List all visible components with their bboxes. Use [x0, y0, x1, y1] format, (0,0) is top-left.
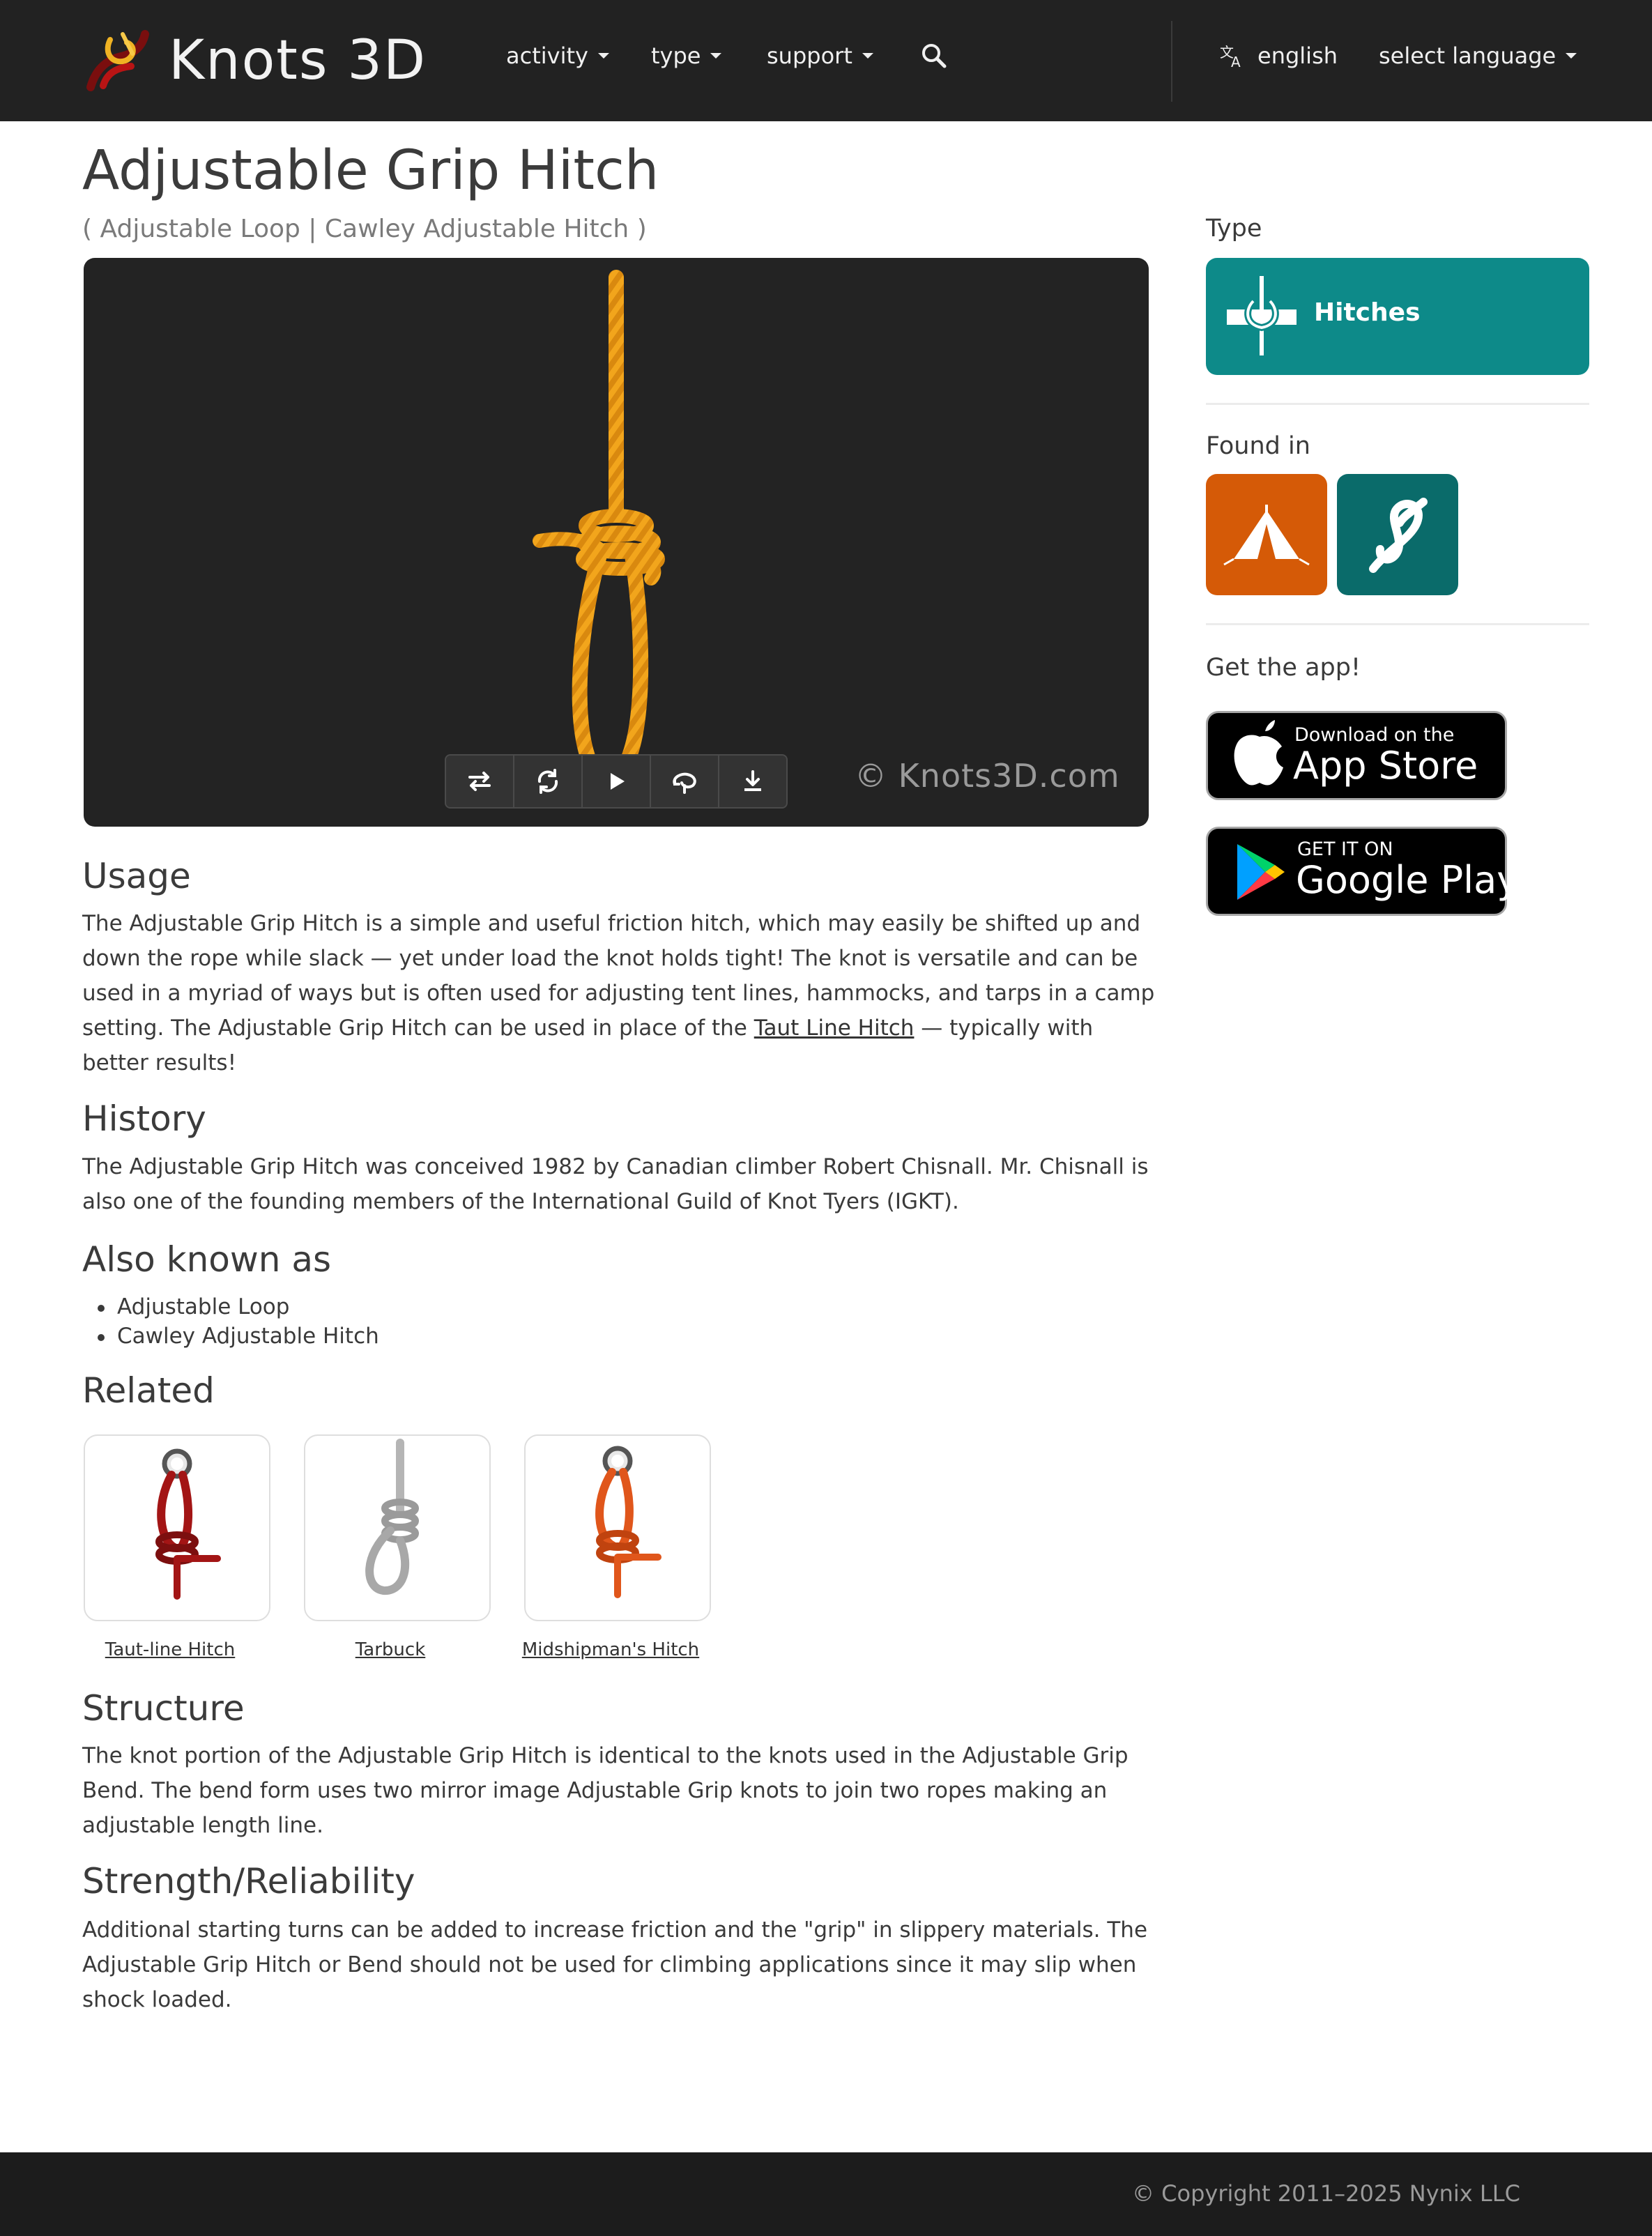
related-heading: Related [82, 1370, 215, 1411]
rotate-icon [537, 769, 558, 794]
knot-icon [1369, 498, 1428, 573]
related-label-tarbuck[interactable]: Tarbuck [297, 1639, 484, 1660]
related-card-tarbuck[interactable] [304, 1434, 491, 1621]
nav-type-label: type [651, 43, 701, 69]
strength-text: Additional starting turns can be added t… [82, 1917, 1148, 2012]
translate-icon: 文 A [1220, 44, 1241, 70]
nav-divider [1171, 21, 1172, 102]
copyright-text: © Copyright 2011–2025 Nynix LLC [1132, 2180, 1520, 2207]
strength-heading: Strength/Reliability [82, 1861, 415, 1901]
select-language-dropdown[interactable]: select language [1379, 35, 1577, 77]
hitch-type-icon [1227, 276, 1297, 355]
current-language[interactable]: 文 A english [1218, 35, 1338, 77]
select-language-label: select language [1379, 43, 1557, 69]
tarbuck-image [365, 1439, 419, 1595]
google-play-badge[interactable]: GET IT ON Google Play [1206, 827, 1519, 916]
caret-down-icon [862, 53, 873, 59]
google-play-big-text: Google Play [1296, 858, 1520, 902]
caret-down-icon [597, 53, 609, 59]
viewer-controls [445, 754, 788, 809]
taut-line-hitch-image [155, 1448, 221, 1600]
related-card-taut-line-hitch[interactable] [84, 1434, 270, 1621]
nav-activity-label: activity [506, 43, 588, 69]
sidebar-divider [1206, 403, 1589, 405]
brand-logo-link[interactable]: Knots 3D [82, 24, 427, 98]
play-icon [611, 773, 625, 790]
top-navbar: Knots 3D activity type support 文 A engli… [0, 0, 1652, 121]
usage-text: The Adjustable Grip Hitch is a simple an… [82, 906, 1156, 1080]
app-store-big-text: App Store [1293, 744, 1478, 788]
apple-icon [1234, 720, 1283, 786]
caret-down-icon [710, 53, 722, 59]
page-footer: © Copyright 2011–2025 Nynix LLC [0, 2152, 1652, 2236]
loop-view-button[interactable] [651, 756, 719, 807]
google-play-icon [1237, 844, 1285, 900]
related-label-midshipmans-hitch[interactable]: Midshipman's Hitch [517, 1639, 704, 1660]
taut-line-hitch-link[interactable]: Taut Line Hitch [754, 1016, 915, 1041]
midshipmans-hitch-image [595, 1446, 661, 1598]
download-icon [744, 770, 761, 791]
nav-activity-dropdown[interactable]: activity [506, 35, 609, 77]
search-icon [922, 44, 947, 68]
download-button[interactable] [719, 756, 786, 807]
history-heading: History [82, 1098, 206, 1139]
structure-heading: Structure [82, 1688, 245, 1729]
list-item: Cawley Adjustable Hitch [82, 1322, 379, 1351]
list-item: Adjustable Loop [82, 1292, 379, 1322]
knot-3d-viewer[interactable]: © Knots3D.com [84, 258, 1149, 827]
page-subtitle: ( Adjustable Loop | Cawley Adjustable Hi… [82, 215, 647, 243]
nav-support-dropdown[interactable]: support [767, 35, 873, 77]
tent-icon [1223, 505, 1310, 566]
page-title: Adjustable Grip Hitch [82, 139, 659, 202]
swap-icon [468, 772, 491, 791]
structure-text: The knot portion of the Adjustable Grip … [82, 1743, 1129, 1838]
svg-text:A: A [1231, 54, 1241, 70]
nav-type-dropdown[interactable]: type [651, 35, 722, 77]
type-label: Hitches [1314, 298, 1421, 327]
swap-direction-button[interactable] [446, 756, 514, 807]
caret-down-icon [1566, 53, 1577, 59]
usage-heading: Usage [82, 856, 191, 896]
loop-icon [673, 772, 696, 794]
google-play-small-text: GET IT ON [1297, 839, 1393, 860]
sidebar-divider [1206, 623, 1589, 625]
get-app-heading: Get the app! [1206, 654, 1361, 682]
current-language-label: english [1257, 43, 1338, 69]
related-card-midshipmans-hitch[interactable] [524, 1434, 711, 1621]
rotate-button[interactable] [514, 756, 583, 807]
aka-list: Adjustable Loop Cawley Adjustable Hitch [82, 1292, 379, 1351]
search-button[interactable] [919, 35, 949, 77]
knots3d-logo-icon [86, 30, 149, 91]
history-text: The Adjustable Grip Hitch was conceived … [82, 1154, 1149, 1214]
found-in-heading: Found in [1206, 432, 1310, 460]
type-heading: Type [1206, 215, 1262, 243]
nav-support-label: support [767, 43, 852, 69]
type-hitches-card[interactable]: Hitches [1206, 258, 1589, 375]
aka-heading: Also known as [82, 1239, 332, 1280]
found-in-basics-tile[interactable] [1337, 474, 1458, 595]
brand-name: Knots 3D [169, 29, 427, 92]
app-store-small-text: Download on the [1294, 724, 1455, 746]
viewer-watermark: © Knots3D.com [855, 757, 1120, 795]
related-label-taut-line-hitch[interactable]: Taut-line Hitch [77, 1639, 263, 1660]
play-button[interactable] [583, 756, 651, 807]
knot-animation-image [533, 270, 665, 789]
found-in-camping-tile[interactable] [1206, 474, 1327, 595]
app-store-badge[interactable]: Download on the App Store [1206, 711, 1507, 800]
